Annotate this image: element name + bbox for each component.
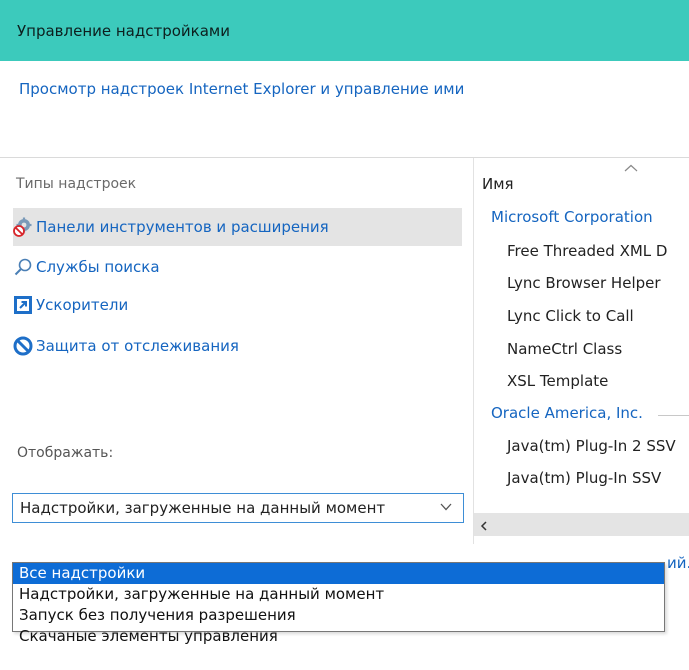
option-downloaded-controls[interactable]: Скачаные элементы управления <box>13 626 664 647</box>
type-accelerators[interactable]: Ускорители <box>13 286 462 324</box>
chevron-down-icon <box>440 503 452 511</box>
type-search-providers[interactable]: Службы поиска <box>13 248 462 286</box>
scroll-left-icon[interactable] <box>480 521 488 531</box>
type-label: Службы поиска <box>36 258 160 276</box>
addon-types-label: Типы надстроек <box>16 176 137 192</box>
sort-ascending-icon <box>624 164 638 172</box>
option-all-addons[interactable]: Все надстройки <box>13 563 664 584</box>
type-toolbars-extensions[interactable]: Панели инструментов и расширения <box>13 208 462 246</box>
search-icon <box>14 258 32 276</box>
type-label: Панели инструментов и расширения <box>36 218 329 236</box>
show-dropdown-value: Надстройки, загруженные на данный момент <box>20 499 386 517</box>
addons-list: Имя Microsoft Corporation Free Threaded … <box>474 158 689 544</box>
type-label: Защита от отслеживания <box>36 337 239 355</box>
partial-link-text[interactable]: ий. <box>667 554 689 572</box>
group-header-microsoft: Microsoft Corporation <box>491 208 653 226</box>
addon-row[interactable]: Free Threaded XML D <box>507 242 667 260</box>
addon-row[interactable]: Lync Click to Call <box>507 307 634 325</box>
addon-row[interactable]: NameCtrl Class <box>507 340 622 358</box>
horizontal-scrollbar[interactable] <box>474 513 689 536</box>
addon-row[interactable]: Java(tm) Plug-In 2 SSV <box>507 437 676 455</box>
type-label: Ускорители <box>36 296 129 314</box>
show-dropdown-list: Все надстройки Надстройки, загруженные н… <box>12 562 665 645</box>
show-dropdown[interactable]: Надстройки, загруженные на данный момент <box>12 493 464 523</box>
group-divider-line <box>658 415 689 416</box>
addon-row[interactable]: XSL Template <box>507 372 608 390</box>
addon-row[interactable]: Java(tm) Plug-In SSV <box>507 469 661 487</box>
title-bar: Управление надстройками <box>0 0 689 61</box>
gear-icon <box>13 217 32 237</box>
group-header-oracle: Oracle America, Inc. <box>491 404 643 422</box>
show-label: Отображать: <box>17 445 114 461</box>
addon-types-panel: Типы надстроек Панели инструментов и рас… <box>0 158 473 544</box>
accelerator-icon <box>14 296 32 314</box>
window-title: Управление надстройками <box>17 22 230 40</box>
addon-row[interactable]: Lync Browser Helper <box>507 274 661 292</box>
block-icon <box>13 336 33 356</box>
column-header-name[interactable]: Имя <box>482 175 514 193</box>
type-tracking-protection[interactable]: Защита от отслеживания <box>13 327 462 365</box>
view-addons-link[interactable]: Просмотр надстроек Internet Explorer и у… <box>19 80 464 98</box>
option-run-without-permission[interactable]: Запуск без получения разрешения <box>13 605 664 626</box>
option-currently-loaded[interactable]: Надстройки, загруженные на данный момент <box>13 584 664 605</box>
